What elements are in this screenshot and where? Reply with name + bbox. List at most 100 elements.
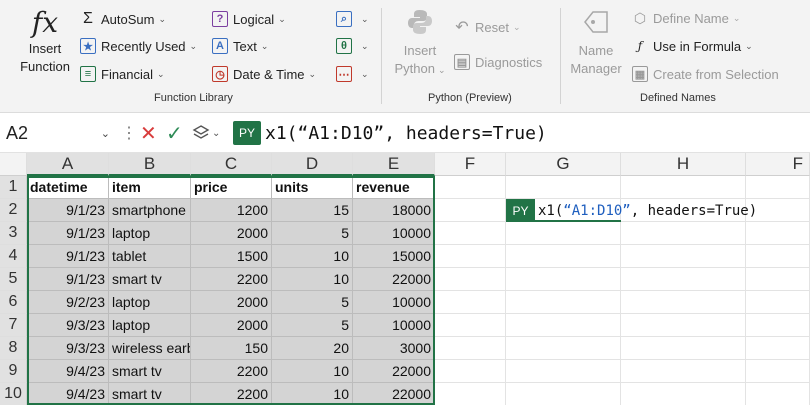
table-header-cell[interactable]: price (191, 176, 272, 199)
table-cell[interactable]: 18000 (353, 199, 435, 222)
empty-cell[interactable] (621, 383, 746, 405)
table-cell[interactable]: smart tv (109, 383, 191, 405)
row-header-4[interactable]: 4 (0, 245, 27, 268)
table-cell[interactable]: 9/1/23 (27, 222, 109, 245)
math-trig-button[interactable]: θ ⌄ (336, 35, 369, 57)
row-header-8[interactable]: 8 (0, 337, 27, 360)
column-header-a[interactable]: A (27, 153, 109, 176)
date-time-button[interactable]: ◷ Date & Time ⌄ (212, 63, 316, 85)
row-header-3[interactable]: 3 (0, 222, 27, 245)
empty-cell[interactable] (435, 291, 506, 314)
column-header-d[interactable]: D (272, 153, 353, 176)
create-from-selection-button[interactable]: ▦ Create from Selection (632, 63, 779, 85)
confirm-check-icon[interactable]: ✓ (166, 121, 183, 145)
python-mode-badge[interactable]: PY (233, 121, 261, 145)
table-cell[interactable]: 9/1/23 (27, 268, 109, 291)
table-cell[interactable]: 2200 (191, 383, 272, 405)
column-header-f[interactable]: F (435, 153, 506, 176)
financial-button[interactable]: ≡ Financial ⌄ (80, 63, 165, 85)
empty-cell[interactable] (506, 314, 621, 337)
formula-input[interactable]: x1(“A1:D10”, headers=True) (265, 121, 547, 145)
table-cell[interactable]: laptop (109, 314, 191, 337)
table-header-cell[interactable]: units (272, 176, 353, 199)
empty-cell[interactable] (621, 176, 746, 199)
empty-cell[interactable] (435, 245, 506, 268)
table-cell[interactable]: 1500 (191, 245, 272, 268)
table-cell[interactable]: 2200 (191, 268, 272, 291)
define-name-button[interactable]: ⬡ Define Name ⌄ (632, 7, 741, 29)
insert-python-button[interactable]: Insert Python ⌄ (390, 8, 450, 79)
name-manager-button[interactable]: Name Manager (567, 8, 625, 78)
table-cell[interactable]: 9/1/23 (27, 245, 109, 268)
empty-cell[interactable] (746, 268, 810, 291)
empty-cell[interactable] (435, 176, 506, 199)
table-header-cell[interactable]: item (109, 176, 191, 199)
row-header-1[interactable]: 1 (0, 176, 27, 199)
empty-cell[interactable] (746, 314, 810, 337)
table-cell[interactable]: 5 (272, 291, 353, 314)
formula-type-icon[interactable]: ⌄ (192, 121, 220, 145)
insert-function-button[interactable]: fx Insert Function (14, 6, 76, 76)
table-cell[interactable]: smartphone (109, 199, 191, 222)
table-cell[interactable]: 2000 (191, 314, 272, 337)
table-header-cell[interactable]: datetime (27, 176, 109, 199)
table-cell[interactable]: 2000 (191, 291, 272, 314)
recently-used-button[interactable]: ★ Recently Used ⌄ (80, 35, 197, 57)
table-cell[interactable]: 150 (191, 337, 272, 360)
table-cell[interactable]: 10000 (353, 222, 435, 245)
table-cell[interactable]: laptop (109, 291, 191, 314)
table-cell[interactable]: 9/1/23 (27, 199, 109, 222)
empty-cell[interactable] (621, 360, 746, 383)
empty-cell[interactable] (506, 383, 621, 405)
use-in-formula-button[interactable]: ƒ Use in Formula ⌄ (632, 35, 753, 57)
table-cell[interactable]: 10 (272, 268, 353, 291)
empty-cell[interactable] (435, 268, 506, 291)
more-dots-icon[interactable]: ⋮ (121, 121, 137, 145)
chevron-down-icon[interactable]: ⌄ (101, 127, 110, 140)
table-cell[interactable]: smart tv (109, 268, 191, 291)
table-cell[interactable]: 9/3/23 (27, 337, 109, 360)
reset-button[interactable]: ↶ Reset ⌄ (454, 16, 520, 38)
column-header-b[interactable]: B (109, 153, 191, 176)
table-cell[interactable]: 15 (272, 199, 353, 222)
empty-cell[interactable] (506, 245, 621, 268)
empty-cell[interactable] (506, 337, 621, 360)
diagnostics-button[interactable]: ▤ Diagnostics (454, 51, 542, 73)
lookup-reference-button[interactable]: ⌕ ⌄ (336, 8, 369, 30)
table-cell[interactable]: 2200 (191, 360, 272, 383)
empty-cell[interactable] (621, 268, 746, 291)
column-header-next[interactable]: F (746, 153, 810, 176)
table-cell[interactable]: 10 (272, 360, 353, 383)
table-cell[interactable]: 2000 (191, 222, 272, 245)
python-cell-editor[interactable]: PY x1(“A1:D10”, headers=True) (506, 199, 757, 222)
table-cell[interactable]: 1200 (191, 199, 272, 222)
empty-cell[interactable] (506, 222, 621, 245)
empty-cell[interactable] (506, 291, 621, 314)
empty-cell[interactable] (746, 291, 810, 314)
table-header-cell[interactable]: revenue (353, 176, 435, 199)
table-cell[interactable]: 9/2/23 (27, 291, 109, 314)
table-cell[interactable]: 20 (272, 337, 353, 360)
cancel-x-icon[interactable]: ✕ (140, 121, 157, 145)
table-cell[interactable]: tablet (109, 245, 191, 268)
empty-cell[interactable] (746, 383, 810, 405)
table-cell[interactable]: 10 (272, 245, 353, 268)
table-cell[interactable]: smart tv (109, 360, 191, 383)
table-cell[interactable]: 22000 (353, 360, 435, 383)
table-cell[interactable]: 10000 (353, 314, 435, 337)
name-box[interactable]: A2 ⌄ (6, 121, 114, 145)
empty-cell[interactable] (435, 337, 506, 360)
empty-cell[interactable] (435, 383, 506, 405)
empty-cell[interactable] (746, 222, 810, 245)
empty-cell[interactable] (746, 360, 810, 383)
table-cell[interactable]: 9/4/23 (27, 360, 109, 383)
table-cell[interactable]: 9/3/23 (27, 314, 109, 337)
row-header-7[interactable]: 7 (0, 314, 27, 337)
row-header-6[interactable]: 6 (0, 291, 27, 314)
table-cell[interactable]: 10 (272, 383, 353, 405)
column-header-c[interactable]: C (191, 153, 272, 176)
empty-cell[interactable] (621, 222, 746, 245)
column-header-e[interactable]: E (353, 153, 435, 176)
row-header-9[interactable]: 9 (0, 360, 27, 383)
empty-cell[interactable] (621, 337, 746, 360)
